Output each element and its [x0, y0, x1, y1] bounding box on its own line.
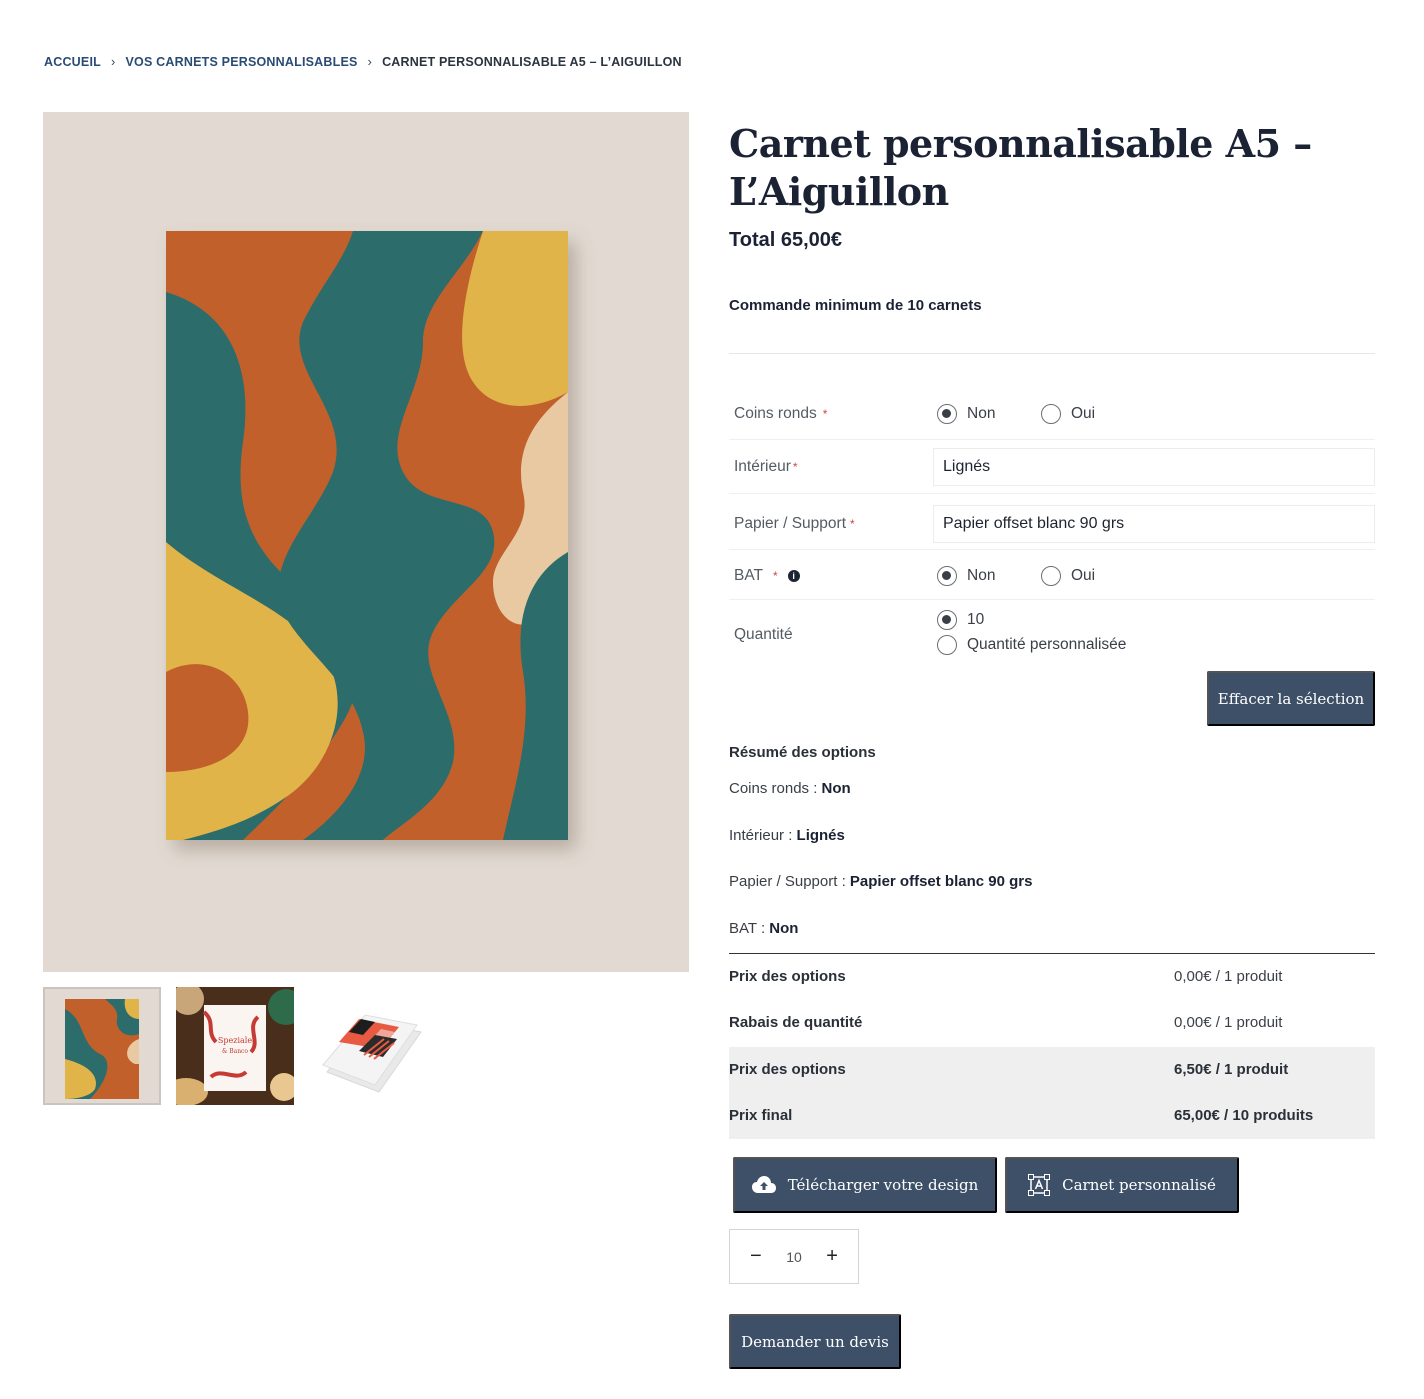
option-label-bat: BAT * i	[734, 567, 800, 585]
info-icon[interactable]: i	[787, 569, 800, 582]
bat-radio-oui[interactable]: Oui	[1041, 566, 1095, 586]
product-title: Carnet personnalisable A5 – L’Aiguillon	[729, 121, 1312, 214]
radio-circle[interactable]	[937, 404, 957, 424]
papier-select[interactable]: Papier offset blanc 90 grs	[933, 505, 1375, 543]
option-label-text: Coins ronds	[734, 405, 817, 422]
clear-selection-button[interactable]: Effacer la sélection	[1207, 671, 1375, 726]
thumbnail-gallery: Speziale & Banco	[43, 987, 427, 1105]
radio-label: Non	[967, 567, 996, 584]
custom-notebook-button[interactable]: Carnet personnalisé	[1005, 1157, 1239, 1213]
thumbnail-notebooks-stack-image	[309, 987, 427, 1105]
radio-label: Oui	[1071, 405, 1096, 422]
option-label-interieur: Intérieur *	[734, 458, 798, 476]
thumbnail-3[interactable]	[309, 987, 427, 1105]
summary-value: Papier offset blanc 90 grs	[849, 873, 1033, 890]
summary-key: Coins ronds :	[729, 780, 822, 797]
price-row-options: Prix des options 0,00€ / 1 produit	[729, 954, 1375, 1000]
radio-label: Oui	[1071, 567, 1096, 584]
summary-value: Lignés	[796, 827, 845, 844]
option-row-quantite: Quantité 10 Quantité personnalisée	[729, 600, 1375, 668]
required-asterisk: *	[773, 569, 778, 583]
required-asterisk: *	[792, 460, 798, 474]
breadcrumb-home-link[interactable]: ACCUEIL	[44, 55, 101, 69]
summary-line-bat: BAT : Non	[729, 920, 798, 937]
minimum-order-notice: Commande minimum de 10 carnets	[729, 297, 982, 314]
thumbnail-1[interactable]	[43, 987, 161, 1105]
summary-title: Résumé des options	[729, 744, 876, 761]
option-label-coins-ronds: Coins ronds *	[734, 405, 827, 423]
price-value: 6,50€ / 1 produit	[1174, 1061, 1289, 1078]
price-value: 0,00€ / 1 produit	[1174, 1014, 1283, 1031]
thumbnail-menu-subtitle: & Banco	[222, 1048, 248, 1055]
price-label: Prix des options	[729, 1061, 846, 1078]
divider	[729, 353, 1375, 354]
thumbnail-cover-image	[45, 989, 159, 1103]
breadcrumb-category-link[interactable]: VOS CARNETS PERSONNALISABLES	[126, 55, 358, 69]
radio-circle[interactable]	[937, 566, 957, 586]
option-row-interieur: Intérieur * Lignés	[729, 440, 1375, 494]
radio-label: Quantité personnalisée	[967, 636, 1127, 653]
price-label: Rabais de quantité	[729, 1014, 863, 1031]
breadcrumb: ACCUEIL › VOS CARNETS PERSONNALISABLES ›…	[44, 54, 682, 69]
option-row-bat: BAT * i Non Oui	[729, 550, 1375, 600]
quantity-input[interactable]: 10	[786, 1249, 802, 1265]
price-value: 0,00€ / 1 produit	[1174, 968, 1283, 985]
thumbnail-menu-title: Speziale	[218, 1036, 252, 1045]
option-label-text: Papier / Support	[734, 515, 847, 532]
required-asterisk: *	[850, 517, 855, 531]
price-label: Prix des options	[729, 968, 846, 985]
coins-ronds-radio-non[interactable]: Non	[937, 404, 995, 424]
increase-quantity-button[interactable]: +	[826, 1245, 838, 1268]
summary-line-papier: Papier / Support : Papier offset blanc 9…	[729, 873, 1032, 890]
coins-ronds-radio-oui[interactable]: Oui	[1041, 404, 1095, 424]
summary-line-interieur: Intérieur : Lignés	[729, 827, 845, 844]
upload-design-label: Télécharger votre design	[787, 1176, 979, 1194]
price-row-quantity-discount: Rabais de quantité 0,00€ / 1 produit	[729, 1000, 1375, 1046]
summary-line-coins-ronds: Coins ronds : Non	[729, 780, 851, 797]
quantite-radio-custom[interactable]: Quantité personnalisée	[937, 635, 1126, 655]
price-label: Prix final	[729, 1107, 793, 1124]
thumbnail-2[interactable]: Speziale & Banco	[176, 987, 294, 1105]
notebook-cover-illustration	[166, 231, 568, 840]
thumbnail-menu-table-image: Speziale & Banco	[176, 987, 294, 1105]
summary-key: Intérieur :	[729, 827, 797, 844]
summary-key: Papier / Support :	[729, 873, 850, 890]
summary-key: BAT :	[729, 920, 770, 937]
radio-circle[interactable]	[937, 635, 957, 655]
decrease-quantity-button[interactable]: −	[750, 1245, 762, 1268]
option-label-papier: Papier / Support *	[734, 515, 855, 533]
summary-value: Non	[821, 780, 851, 797]
required-asterisk: *	[822, 407, 828, 421]
radio-label: 10	[967, 611, 985, 628]
price-value: 65,00€ / 10 produits	[1174, 1107, 1314, 1124]
interieur-select[interactable]: Lignés	[933, 448, 1375, 486]
product-total-price: Total 65,00€	[729, 229, 843, 251]
radio-circle[interactable]	[1041, 566, 1061, 586]
cloud-upload-icon	[751, 1176, 776, 1194]
summary-value: Non	[769, 920, 799, 937]
price-row-final: Prix final 65,00€ / 10 produits	[729, 1093, 1375, 1139]
option-label-text: BAT	[734, 567, 763, 584]
request-quote-button[interactable]: Demander un devis	[729, 1314, 901, 1369]
breadcrumb-separator: ›	[367, 54, 373, 69]
product-main-image[interactable]	[43, 112, 689, 972]
breadcrumb-separator: ›	[110, 54, 116, 69]
option-row-coins-ronds: Coins ronds * Non Oui	[729, 388, 1375, 440]
radio-label: Non	[967, 405, 996, 422]
option-row-papier: Papier / Support * Papier offset blanc 90…	[729, 494, 1375, 550]
quantite-radio-10[interactable]: 10	[937, 610, 984, 630]
text-frame-icon	[1028, 1174, 1051, 1196]
option-label-quantite: Quantité	[734, 626, 793, 643]
radio-circle[interactable]	[1041, 404, 1061, 424]
option-label-text: Intérieur	[734, 458, 791, 475]
breadcrumb-current: CARNET PERSONNALISABLE A5 – L’AIGUILLON	[382, 54, 682, 69]
radio-circle[interactable]	[937, 610, 957, 630]
price-row-options-total: Prix des options 6,50€ / 1 produit	[729, 1047, 1375, 1093]
quantity-stepper: − 10 +	[729, 1229, 859, 1284]
bat-radio-non[interactable]: Non	[937, 566, 995, 586]
custom-notebook-label: Carnet personnalisé	[1062, 1176, 1216, 1194]
upload-design-button[interactable]: Télécharger votre design	[733, 1157, 997, 1213]
